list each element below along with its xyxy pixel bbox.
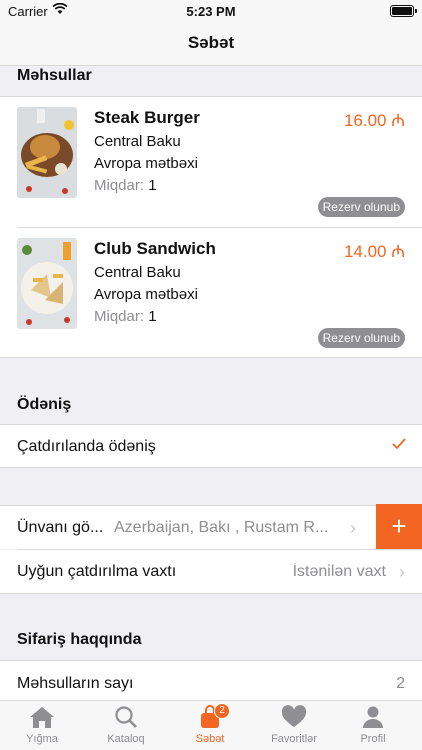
product-quantity: Miqdar: 1 [94,308,157,325]
quantity-label: Miqdar: [94,308,145,325]
checkmark-icon [392,437,406,456]
product-count-value: 2 [396,675,405,692]
battery-icon [390,5,417,17]
tab-home[interactable]: Yığma [0,705,84,745]
tab-cart[interactable]: 2 Səbət [168,703,252,745]
status-bar: Carrier 5:23 PM [0,0,422,22]
address-label: Ünvanı gö... [17,519,104,536]
delivery-time-value: İstənilən vaxt [292,563,386,580]
tab-label: Favoritlər [271,733,317,745]
status-time: 5:23 PM [186,4,236,19]
product-image [17,238,77,329]
status-badge: Rezerv olunub [317,197,405,217]
chevron-right-icon: › [399,562,405,582]
product-count-label: Məhsulların sayı [17,675,134,692]
product-quantity: Miqdar: 1 [94,177,157,194]
address-value: Azerbaijan, Bakı , Rustam R... [114,519,329,536]
bag-icon [168,705,252,729]
nav-bar: Səbət [0,22,422,66]
page-title: Səbət [187,33,235,52]
delivery-time-label: Uyğun çatdırılma vaxtı [17,563,177,580]
add-address-button[interactable]: + [376,504,422,549]
product-count-row: Məhsulların sayı 2 [0,660,422,700]
product-price: 14.00 ₼ [343,242,405,261]
chevron-right-icon: › [350,518,356,538]
product-cuisine: Avropa mətbəxi [94,155,198,172]
payment-option-cash-on-delivery[interactable]: Çatdırılanda ödəniş [0,424,422,468]
product-list: Steak Burger Central Baku Avropa mətbəxi… [0,96,422,358]
product-price: 16.00 ₼ [343,111,405,130]
home-icon [0,705,84,729]
tab-favorites[interactable]: Favoritlər [252,705,336,745]
product-image [17,107,77,198]
status-badge: Rezerv olunub [317,328,405,348]
quantity-value: 1 [148,308,157,325]
section-header-payment: Ödəniş [17,396,72,413]
product-cuisine: Avropa mətbəxi [94,286,198,303]
product-item[interactable]: Club Sandwich Central Baku Avropa mətbəx… [0,228,422,359]
tab-label: Profil [360,733,386,745]
payment-option-label: Çatdırılanda ödəniş [17,438,156,455]
product-name: Club Sandwich [94,239,216,258]
tab-label: Yığma [26,733,58,745]
tab-bar: Yığma Kataloq 2 Səbət Favoritlər Profil [0,700,422,750]
tab-profile[interactable]: Profil [336,705,410,745]
quantity-value: 1 [148,177,157,194]
product-restaurant: Central Baku [94,133,181,150]
section-header-order-info: Sifariş haqqında [17,631,142,648]
tab-catalog[interactable]: Kataloq [84,705,168,745]
person-icon [336,705,410,729]
heart-icon [252,705,336,729]
delivery-time-row[interactable]: Uyğun çatdırılma vaxtı İstənilən vaxt › [0,550,422,594]
tab-label: Səbət [195,733,225,745]
tab-label: Kataloq [107,733,145,745]
product-item[interactable]: Steak Burger Central Baku Avropa mətbəxi… [0,97,422,228]
quantity-label: Miqdar: [94,177,145,194]
product-restaurant: Central Baku [94,264,181,281]
section-header-products: Məhsullar [17,67,92,84]
search-icon [84,705,168,729]
address-row[interactable]: Ünvanı gö... Azerbaijan, Bakı , Rustam R… [0,505,422,549]
product-name: Steak Burger [94,108,200,127]
cart-badge: 2 [214,703,230,719]
